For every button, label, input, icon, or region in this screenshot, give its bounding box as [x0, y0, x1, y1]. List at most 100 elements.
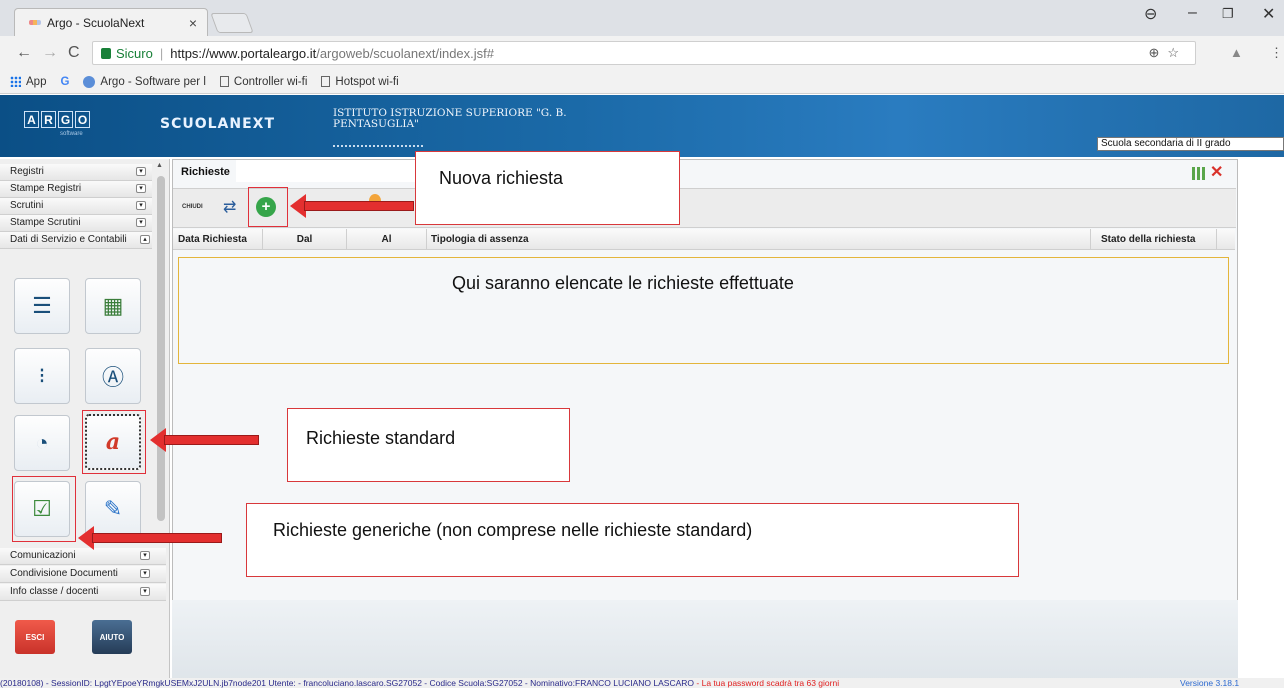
menu-label: Info classe / docenti: [10, 586, 99, 597]
minimize-button[interactable]: –: [1188, 4, 1197, 22]
page-icon: [321, 76, 331, 87]
person-card-icon: ☰: [32, 293, 52, 318]
logo-letter: G: [58, 111, 73, 128]
url-path: /argoweb/scuolanext/index.jsf#: [316, 45, 494, 61]
app-header: A R G O software SCUOLANEXT ISTITUTO IST…: [0, 95, 1284, 157]
menu-dots-icon[interactable]: ⋮: [1270, 45, 1283, 61]
bookmark-hotspot[interactable]: Hotspot wi-fi: [321, 76, 399, 88]
scroll-up-icon[interactable]: ▲: [156, 162, 163, 169]
menu-label: Scrutini: [10, 200, 44, 211]
menu-label: Comunicazioni: [10, 550, 76, 561]
tile-anagrafe[interactable]: ☰: [14, 278, 70, 334]
school-level-select[interactable]: Scuola secondaria di II grado: [1097, 137, 1284, 151]
window-close-button[interactable]: ✕: [1262, 4, 1275, 24]
bookmark-controller[interactable]: Controller wi-fi: [219, 76, 307, 88]
col-data-richiesta[interactable]: Data Richiesta: [173, 229, 263, 250]
argo-logo: A R G O: [24, 111, 90, 128]
url-separator: |: [159, 45, 164, 61]
bookmark-apps[interactable]: App: [10, 76, 46, 88]
main-background: [172, 600, 1238, 680]
secure-label: Sicuro: [116, 45, 153, 61]
expand-icon[interactable]: ▾: [136, 184, 146, 193]
menu-stampe-registri[interactable]: Stampe Registri ▾: [0, 181, 152, 198]
highlight-standard: [82, 410, 146, 474]
browser-tab-bar: Argo - ScuolaNext × ⊖ – ❐ ✕: [0, 0, 1284, 36]
expand-icon[interactable]: ▾: [136, 201, 146, 210]
col-al[interactable]: Al: [347, 229, 427, 250]
logo-subtitle: software: [60, 131, 83, 137]
note-new-request-text: Nuova richiesta: [439, 168, 564, 188]
reload-icon[interactable]: C: [68, 44, 80, 62]
zoom-star-icons[interactable]: ⊕☆: [1148, 45, 1187, 61]
menu-comunicazioni[interactable]: Comunicazioni ▾: [0, 548, 166, 565]
col-tipologia[interactable]: Tipologia di assenza: [427, 229, 1091, 250]
expand-icon[interactable]: ▾: [140, 587, 150, 596]
argo-favicon-icon: [29, 20, 41, 25]
note-new-request: Nuova richiesta: [415, 151, 680, 225]
tab-close-button[interactable]: ×: [189, 15, 197, 31]
page-icon: [219, 76, 229, 87]
bookmarks-bar: App G Argo - Software per l Controller w…: [0, 70, 1284, 94]
profile-icon[interactable]: ⊖: [1144, 4, 1157, 24]
list-note: Qui saranno elencate le richieste effett…: [452, 273, 794, 293]
people-window-icon: ⁝: [38, 363, 46, 388]
expand-icon[interactable]: ▾: [136, 167, 146, 176]
exit-button[interactable]: ESCI: [15, 620, 55, 654]
address-bar-row: ← → C Sicuro | https://www.portaleargo.i…: [0, 36, 1284, 70]
collapse-icon[interactable]: ▴: [140, 235, 150, 244]
bookmark-argo[interactable]: Argo - Software per l: [83, 75, 206, 88]
logo-letter: O: [75, 111, 90, 128]
logo-letter: A: [24, 111, 39, 128]
note-generic-text: Richieste generiche (non comprese nelle …: [273, 520, 753, 540]
menu-label: Registri: [10, 166, 44, 177]
menu-scrutini[interactable]: Scrutini ▾: [0, 198, 152, 215]
menu-condivisione[interactable]: Condivisione Documenti ▾: [0, 566, 166, 583]
tile-servizio[interactable]: ⁝: [14, 348, 70, 404]
menu-info-classe[interactable]: Info classe / docenti ▾: [0, 584, 166, 601]
tile-timesheet[interactable]: ◔: [14, 415, 70, 471]
menu-dati-servizio[interactable]: Dati di Servizio e Contabili ▴: [0, 232, 152, 249]
help-button[interactable]: AIUTO: [92, 620, 132, 654]
highlight-generic: [12, 476, 76, 542]
status-bar: (20180108) - SessionID: LpgtYEpoeYRmgkUS…: [0, 678, 1284, 688]
calculator-icon: ▦: [102, 293, 124, 318]
bookmark-google[interactable]: G: [60, 76, 69, 88]
menu-label: Condivisione Documenti: [10, 568, 118, 579]
menu-stampe-scrutini[interactable]: Stampe Scrutini ▾: [0, 215, 152, 232]
table-header: Data Richiesta Dal Al Tipologia di assen…: [173, 229, 1235, 250]
chiudi-button[interactable]: CHIUDI: [182, 204, 203, 210]
tile-assenze[interactable]: Ⓐ: [85, 348, 141, 404]
expand-icon[interactable]: ▾: [136, 218, 146, 227]
clock-person-icon: ◔: [35, 430, 49, 455]
pencil-person-icon: ✎: [103, 496, 123, 521]
url-host: https://www.portaleargo.it: [170, 45, 317, 61]
tile-contabili[interactable]: ▦: [85, 278, 141, 334]
maximize-panel-icon[interactable]: [1192, 167, 1205, 180]
sidebar: Registri ▾ Stampe Registri ▾ Scrutini ▾ Sta…: [0, 159, 170, 679]
password-warning: - La tua password scadrà tra 63 giorni: [696, 678, 840, 688]
sidebar-scroll-thumb[interactable]: [157, 176, 165, 521]
globe-icon: [83, 75, 96, 88]
session-info: (20180108) - SessionID: LpgtYEpoeYRmgkUS…: [0, 678, 695, 688]
extension-icon[interactable]: ▲: [1230, 45, 1243, 60]
browser-tab[interactable]: Argo - ScuolaNext ×: [14, 8, 208, 36]
col-stato[interactable]: Stato della richiesta: [1091, 229, 1217, 250]
forward-arrow-icon[interactable]: →: [42, 44, 58, 62]
expand-icon[interactable]: ▾: [140, 569, 150, 578]
panel-title: Richieste: [181, 166, 230, 178]
highlight-add: [248, 187, 288, 227]
close-panel-icon[interactable]: ✕: [1210, 162, 1223, 182]
back-arrow-icon[interactable]: ←: [16, 44, 32, 62]
apps-grid-icon: [10, 76, 21, 87]
expand-icon[interactable]: ▾: [140, 551, 150, 560]
new-tab-button[interactable]: [210, 13, 254, 33]
lock-icon: [101, 47, 111, 59]
restore-button[interactable]: ❐: [1222, 6, 1234, 22]
menu-registri[interactable]: Registri ▾: [0, 164, 152, 181]
menu-label: Stampe Registri: [10, 183, 82, 194]
brand-title: SCUOLANEXT: [160, 116, 276, 132]
refresh-icon[interactable]: ⇄: [223, 197, 236, 217]
url-input[interactable]: Sicuro | https://www.portaleargo.it/argo…: [92, 41, 1196, 65]
bookmark-label: App: [26, 75, 47, 88]
col-dal[interactable]: Dal: [263, 229, 347, 250]
